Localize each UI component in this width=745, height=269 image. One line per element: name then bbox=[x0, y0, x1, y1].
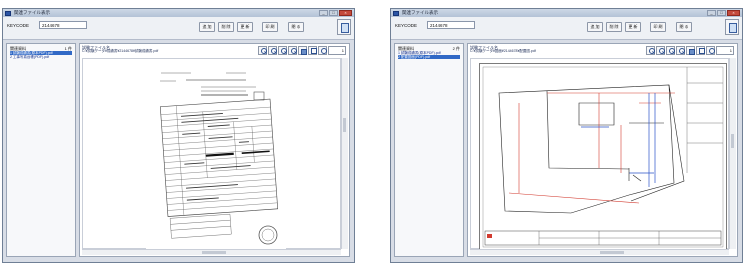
rotate-icon[interactable] bbox=[696, 46, 705, 55]
vertical-scrollbar[interactable] bbox=[729, 58, 736, 249]
page-number-field[interactable]: 1 bbox=[328, 46, 346, 55]
update-button[interactable]: 更 新 bbox=[625, 22, 641, 32]
update-button[interactable]: 更 新 bbox=[237, 22, 253, 32]
vertical-scrollbar[interactable] bbox=[341, 58, 348, 249]
page-canvas[interactable] bbox=[470, 58, 729, 251]
document-viewer: 試験ファイル名 C:¥試験データ¥図面¥2144678¥配置図.pdf 1 bbox=[467, 43, 738, 257]
file-viewer-window-1: 関連ファイル表示 _ □ × KEYCODE 2144678 追 加 削 除 更… bbox=[2, 8, 355, 263]
document-icon[interactable] bbox=[725, 19, 739, 35]
delete-button[interactable]: 削 除 bbox=[606, 22, 622, 32]
scanned-form-page bbox=[146, 63, 286, 251]
delete-button[interactable]: 削 除 bbox=[218, 22, 234, 32]
document-icon[interactable] bbox=[337, 19, 351, 35]
keycode-field[interactable]: 2144678 bbox=[39, 21, 87, 29]
title-bar: 関連ファイル表示 _ □ × bbox=[3, 9, 354, 17]
zoom-toolbar: 1 bbox=[258, 46, 346, 55]
app-icon bbox=[5, 10, 11, 16]
print-button[interactable]: 印 刷 bbox=[262, 22, 278, 32]
zoom-in-icon[interactable] bbox=[646, 46, 655, 55]
horizontal-scrollbar[interactable] bbox=[82, 249, 341, 255]
print-button[interactable]: 印 刷 bbox=[650, 22, 666, 32]
keycode-label: KEYCODE bbox=[395, 23, 418, 28]
zoom-width-icon[interactable] bbox=[288, 46, 297, 55]
minimize-button[interactable]: _ bbox=[319, 10, 328, 16]
fit-page-icon[interactable] bbox=[298, 46, 307, 55]
maximize-button[interactable]: □ bbox=[329, 10, 338, 16]
add-button[interactable]: 追 加 bbox=[587, 22, 603, 32]
toolbar: KEYCODE 2144678 追 加 削 除 更 新 印 刷 閉 る bbox=[3, 17, 354, 40]
zoom-toolbar: 1 bbox=[646, 46, 734, 55]
fit-page-icon[interactable] bbox=[686, 46, 695, 55]
list-item[interactable]: 2 配置図面(PDF).pdf bbox=[398, 55, 460, 59]
keycode-field[interactable]: 2144678 bbox=[427, 21, 475, 29]
file-list: 関連資料 1 件 1 試験成績書(原本PDF).pdf 2 工事写真台帳(PDF… bbox=[6, 43, 76, 257]
exit-button[interactable]: 閉 る bbox=[288, 22, 304, 32]
title-bar: 関連ファイル表示 _ □ × bbox=[391, 9, 742, 17]
page-canvas[interactable] bbox=[82, 58, 341, 251]
window-title: 関連ファイル表示 bbox=[14, 10, 50, 15]
document-viewer: 試験ファイル名 C:¥試験データ¥成績書¥2144678¥試験成績書.pdf 1 bbox=[79, 43, 350, 257]
toolbar: KEYCODE 2144678 追 加 削 除 更 新 印 刷 閉 る bbox=[391, 17, 742, 40]
minimize-button[interactable]: _ bbox=[707, 10, 716, 16]
hand-tool-icon[interactable] bbox=[706, 46, 715, 55]
zoom-out-icon[interactable] bbox=[268, 46, 277, 55]
add-button[interactable]: 追 加 bbox=[199, 22, 215, 32]
file-viewer-window-2: 関連ファイル表示 _ □ × KEYCODE 2144678 追 加 削 除 更… bbox=[390, 8, 743, 263]
list-item[interactable]: 2 工事写真台帳(PDF).pdf bbox=[10, 55, 72, 59]
file-path: C:¥試験データ¥図面¥2144678¥配置図.pdf bbox=[470, 49, 536, 53]
rotate-icon[interactable] bbox=[308, 46, 317, 55]
keycode-label: KEYCODE bbox=[7, 23, 30, 28]
zoom-area-icon[interactable] bbox=[278, 46, 287, 55]
file-list: 関連資料 2 件 1 試験成績書(原本PDF).pdf 2 配置図面(PDF).… bbox=[394, 43, 464, 257]
zoom-in-icon[interactable] bbox=[258, 46, 267, 55]
file-path: C:¥試験データ¥成績書¥2144678¥試験成績書.pdf bbox=[82, 49, 159, 53]
maximize-button[interactable]: □ bbox=[717, 10, 726, 16]
zoom-out-icon[interactable] bbox=[656, 46, 665, 55]
window-title: 関連ファイル表示 bbox=[402, 10, 438, 15]
close-button[interactable]: × bbox=[339, 10, 352, 16]
zoom-width-icon[interactable] bbox=[676, 46, 685, 55]
zoom-area-icon[interactable] bbox=[666, 46, 675, 55]
close-button[interactable]: × bbox=[727, 10, 740, 16]
horizontal-scrollbar[interactable] bbox=[470, 249, 729, 255]
app-icon bbox=[393, 10, 399, 16]
site-drawing-page bbox=[479, 63, 727, 251]
hand-tool-icon[interactable] bbox=[318, 46, 327, 55]
exit-button[interactable]: 閉 る bbox=[676, 22, 692, 32]
page-number-field[interactable]: 1 bbox=[716, 46, 734, 55]
